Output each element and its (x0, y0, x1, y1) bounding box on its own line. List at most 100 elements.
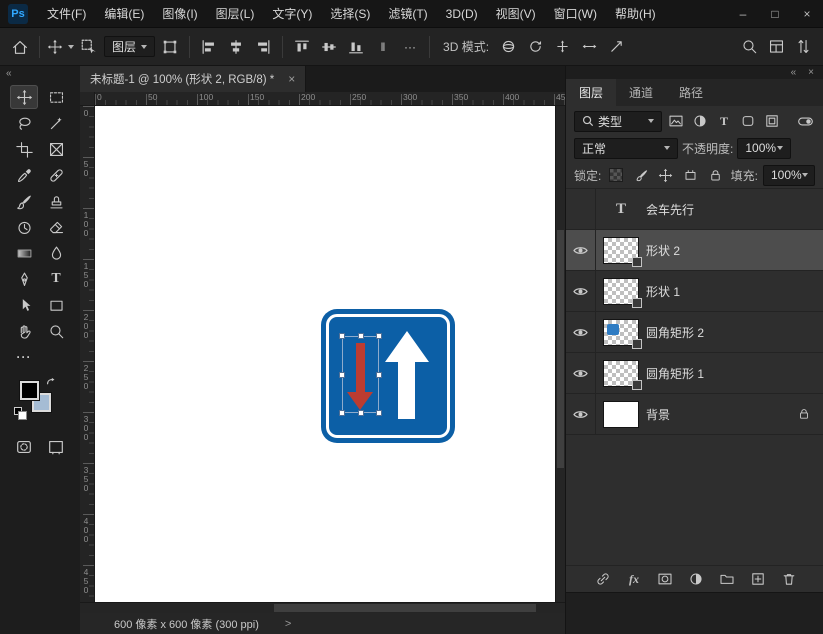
menu-3d[interactable]: 3D(D) (437, 0, 487, 28)
new-layer-icon[interactable] (748, 569, 768, 589)
filter-adjustment-layers-icon[interactable] (690, 111, 710, 131)
link-layers-icon[interactable] (593, 569, 613, 589)
filter-type-layers-icon[interactable]: T (714, 111, 734, 131)
show-transform-controls-icon[interactable] (158, 35, 182, 59)
rectangle-tool[interactable] (42, 293, 70, 317)
align-left-icon[interactable] (197, 35, 221, 59)
lock-pixels-icon[interactable] (631, 165, 651, 185)
distribute-middle-icon[interactable] (317, 35, 341, 59)
layer-row[interactable]: T 会车先行 (566, 189, 823, 230)
document-tab[interactable]: 未标题-1 @ 100% (形状 2, RGB/8) * × (80, 66, 307, 92)
layer-row[interactable]: 圆角矩形 1 (566, 353, 823, 394)
path-selection-tool[interactable] (10, 293, 38, 317)
zoom-tool[interactable] (42, 319, 70, 343)
history-brush-tool[interactable] (10, 215, 38, 239)
menu-type[interactable]: 文字(Y) (263, 0, 321, 28)
transform-handle[interactable] (357, 410, 364, 416)
arrange-panels-icon[interactable] (791, 35, 815, 59)
visibility-toggle[interactable] (566, 353, 596, 393)
home-icon[interactable] (8, 35, 32, 59)
blur-tool[interactable] (42, 241, 70, 265)
type-tool[interactable]: T (42, 267, 70, 291)
transform-handle[interactable] (357, 333, 364, 339)
menu-view[interactable]: 视图(V) (487, 0, 545, 28)
visibility-toggle[interactable] (566, 271, 596, 311)
move-tool-preset-icon[interactable] (47, 35, 74, 59)
opacity-combo[interactable]: 100% (737, 137, 792, 159)
screen-mode-icon[interactable] (42, 435, 70, 459)
foreground-color-swatch[interactable] (20, 381, 39, 400)
lock-all-icon[interactable] (706, 165, 726, 185)
transform-handle[interactable] (339, 333, 345, 339)
3d-slide-icon[interactable] (577, 35, 601, 59)
menu-edit[interactable]: 编辑(E) (95, 0, 153, 28)
align-center-icon[interactable] (224, 35, 248, 59)
pen-tool[interactable] (10, 267, 38, 291)
frame-tool[interactable] (42, 137, 70, 161)
blend-mode-combo[interactable]: 正常 (574, 137, 678, 159)
minimize-button[interactable]: – (727, 0, 759, 28)
tab-layers[interactable]: 图层 (566, 79, 617, 106)
transform-handle[interactable] (339, 410, 345, 416)
healing-brush-tool[interactable] (42, 163, 70, 187)
canvas[interactable] (95, 106, 555, 602)
transform-handle[interactable] (339, 371, 345, 378)
eraser-tool[interactable] (42, 215, 70, 239)
filter-shape-layers-icon[interactable] (738, 111, 758, 131)
workspace-icon[interactable] (764, 35, 788, 59)
layer-row[interactable]: 形状 2 (566, 230, 823, 271)
layer-row[interactable]: 背景 (566, 394, 823, 435)
layer-style-icon[interactable]: fx (624, 569, 644, 589)
quick-mask-icon[interactable] (10, 435, 38, 459)
auto-select-target-combo[interactable]: 图层 (104, 36, 156, 57)
status-menu-chevron[interactable]: > (285, 618, 291, 630)
lock-position-icon[interactable] (656, 165, 676, 185)
brush-tool[interactable] (10, 189, 38, 213)
search-icon[interactable] (737, 35, 761, 59)
collapse-toolbar-icon[interactable]: « (6, 68, 12, 79)
horizontal-scrollbar[interactable] (80, 602, 565, 613)
tab-paths[interactable]: 路径 (666, 79, 716, 106)
menu-window[interactable]: 窗口(W) (545, 0, 606, 28)
layer-thumbnail[interactable] (603, 236, 642, 267)
move-tool[interactable] (10, 85, 38, 109)
eyedropper-tool[interactable] (10, 163, 38, 187)
fill-combo[interactable]: 100% (763, 164, 815, 186)
new-group-icon[interactable] (717, 569, 737, 589)
close-panel-icon[interactable]: × (808, 67, 814, 78)
distribute-bottom-icon[interactable] (344, 35, 368, 59)
transform-handle[interactable] (376, 333, 382, 339)
crop-tool[interactable] (10, 137, 38, 161)
transform-handle[interactable] (376, 410, 382, 416)
layer-thumbnail[interactable] (603, 277, 642, 308)
filter-pixel-layers-icon[interactable] (666, 111, 686, 131)
menu-select[interactable]: 选择(S) (321, 0, 379, 28)
vertical-scrollbar[interactable] (555, 106, 565, 602)
filter-toggle-icon[interactable] (795, 111, 815, 131)
hand-tool[interactable] (10, 319, 38, 343)
layer-thumbnail[interactable] (603, 400, 639, 428)
object-selection-tool[interactable] (42, 111, 70, 135)
add-layer-mask-icon[interactable] (655, 569, 675, 589)
3d-roll-icon[interactable] (523, 35, 547, 59)
vertical-scroll-thumb[interactable] (557, 230, 564, 469)
align-right-icon[interactable] (251, 35, 275, 59)
swap-colors-icon[interactable] (45, 377, 57, 389)
text-layer-thumbnail[interactable]: T (616, 201, 626, 218)
clone-stamp-tool[interactable] (42, 189, 70, 213)
layer-thumbnail[interactable] (603, 318, 642, 349)
3d-pan-icon[interactable] (550, 35, 574, 59)
distribute-top-icon[interactable] (290, 35, 314, 59)
lock-artboard-icon[interactable] (681, 165, 701, 185)
lock-transparency-icon[interactable] (606, 165, 626, 185)
new-adjustment-layer-icon[interactable] (686, 569, 706, 589)
3d-scale-icon[interactable] (604, 35, 628, 59)
edit-toolbar-icon[interactable]: ··· (10, 345, 38, 369)
menu-layer[interactable]: 图层(L) (207, 0, 264, 28)
menu-image[interactable]: 图像(I) (153, 0, 206, 28)
more-options-icon[interactable]: ··· (398, 35, 422, 59)
visibility-toggle[interactable] (566, 394, 596, 434)
collapse-panels-icon[interactable]: « (791, 67, 797, 78)
visibility-toggle[interactable] (566, 230, 596, 270)
close-button[interactable]: × (791, 0, 823, 28)
